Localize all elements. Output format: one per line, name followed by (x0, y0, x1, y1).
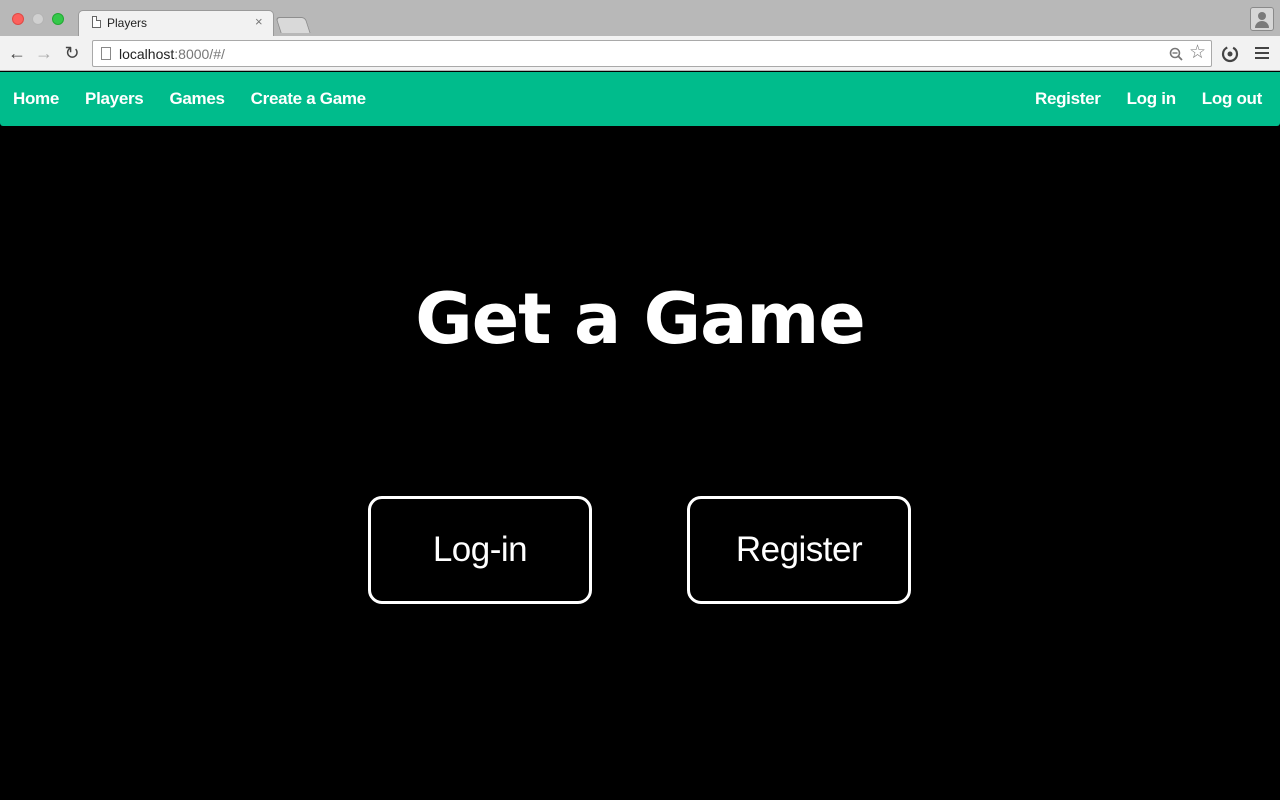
sync-icon[interactable] (1220, 44, 1240, 64)
browser-titlebar: Players × (0, 0, 1280, 37)
top-navbar: Home Players Games Create a Game Registe… (0, 72, 1280, 126)
back-arrow-icon[interactable]: ← (6, 42, 28, 64)
nav-link-games[interactable]: Games (156, 72, 237, 126)
nav-link-create-game[interactable]: Create a Game (238, 72, 379, 126)
menu-icon[interactable] (1255, 47, 1269, 59)
page-icon (92, 16, 101, 28)
page-title: Get a Game (415, 278, 865, 360)
new-tab-button[interactable] (275, 17, 311, 33)
navbar-right: Register Log in Log out (1022, 72, 1280, 126)
nav-link-players[interactable]: Players (72, 72, 156, 126)
window-maximize-button[interactable] (52, 13, 64, 25)
url-host: localhost (119, 46, 175, 62)
browser-toolbar: ← → ↻ localhost:8000/#/ ☆ (0, 36, 1280, 71)
login-button[interactable]: Log-in (368, 496, 592, 604)
address-bar[interactable]: localhost:8000/#/ ☆ (92, 40, 1212, 67)
zoom-icon[interactable] (1169, 47, 1183, 61)
nav-link-home[interactable]: Home (0, 72, 72, 126)
forward-arrow-icon[interactable]: → (33, 42, 55, 64)
page-icon (101, 47, 111, 60)
register-button[interactable]: Register (687, 496, 911, 604)
tab-title: Players (107, 16, 148, 30)
url-text[interactable]: localhost:8000/#/ (119, 46, 225, 62)
url-path: :8000/#/ (174, 46, 225, 62)
window-close-button[interactable] (12, 13, 24, 25)
navbar-left: Home Players Games Create a Game (0, 72, 379, 126)
profile-icon[interactable] (1250, 7, 1274, 31)
nav-link-register[interactable]: Register (1022, 72, 1114, 126)
nav-link-logout[interactable]: Log out (1189, 72, 1280, 126)
nav-link-login[interactable]: Log in (1114, 72, 1189, 126)
reload-icon[interactable]: ↻ (61, 42, 83, 64)
tab-close-button[interactable]: × (255, 14, 263, 30)
window-minimize-button[interactable] (32, 13, 44, 25)
star-icon[interactable]: ☆ (1189, 43, 1206, 63)
